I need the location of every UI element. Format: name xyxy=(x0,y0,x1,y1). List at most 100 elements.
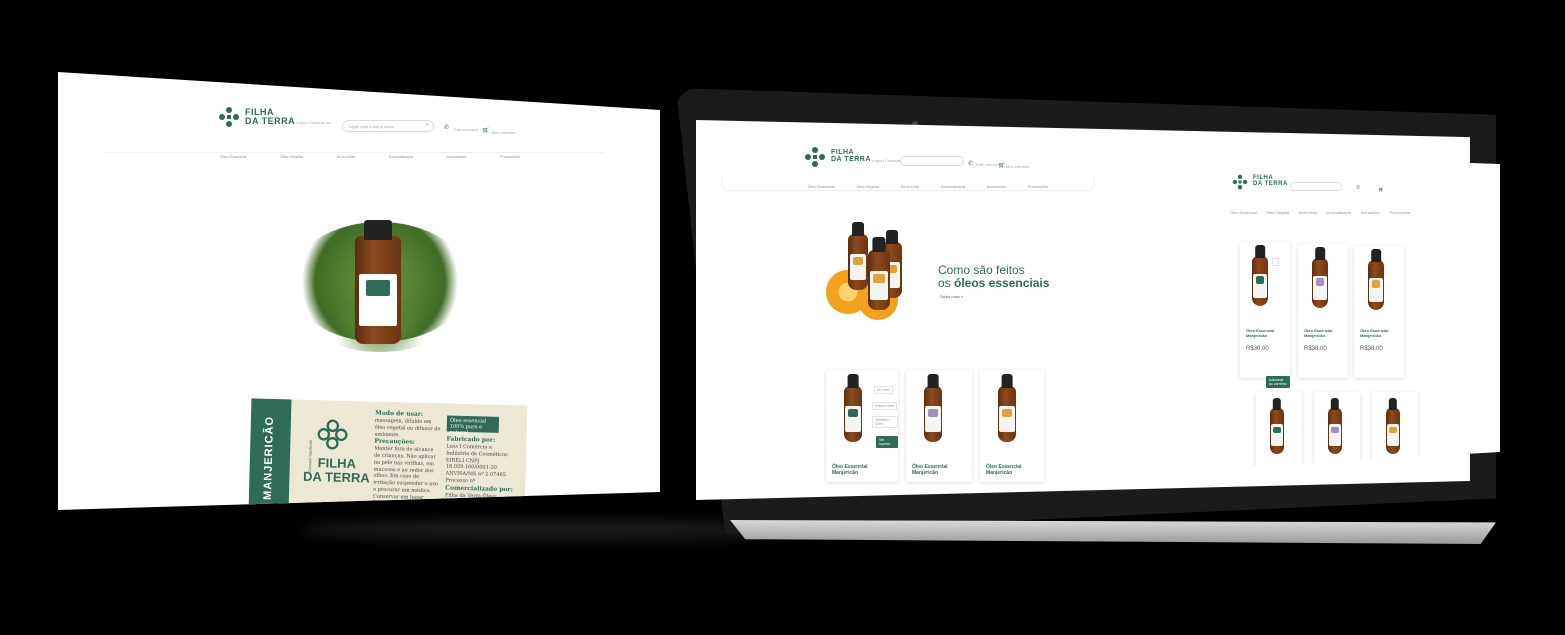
brand-line2: DA TERRA xyxy=(831,156,871,163)
nav-item[interactable]: Bem-estar xyxy=(1299,210,1317,215)
option-chip[interactable]: Tamanho 50ml xyxy=(872,416,898,428)
product-price: R$30,00 xyxy=(1360,346,1383,352)
whatsapp-icon[interactable]: ✆ xyxy=(968,160,973,167)
leaf-logo-icon xyxy=(317,419,348,450)
search-placeholder: Digite aqui o que procura xyxy=(349,124,394,129)
buy-button[interactable]: Ver opções xyxy=(876,436,898,448)
option-chip[interactable]: Kit 10ml xyxy=(874,386,893,394)
nav-item[interactable]: Acessórios xyxy=(987,184,1007,189)
prec-title: Precauções: xyxy=(374,437,415,447)
product-card[interactable]: Kit 10ml Frasco 30ml Tamanho 50ml Ver op… xyxy=(826,370,898,482)
laptop-base xyxy=(730,520,1496,544)
product-card[interactable]: Óleo Essencial Manjericão xyxy=(906,370,972,482)
main-nav: Óleo Essencial Óleo Vegetal Bem-estar Ar… xyxy=(808,184,1048,189)
product-price: R$30,00 xyxy=(1246,346,1269,352)
hero-bottle xyxy=(848,221,868,290)
cart-icon[interactable]: 🛒︎ xyxy=(482,127,490,134)
whatsapp-icon[interactable]: ✆ xyxy=(444,124,449,131)
search-icon[interactable]: ⌕ xyxy=(426,122,429,129)
nav-item[interactable]: Óleo Vegetal xyxy=(280,154,303,159)
search-input[interactable] xyxy=(900,156,964,166)
product-subtitle: Manjericão xyxy=(1360,333,1381,338)
product-card[interactable] xyxy=(1372,392,1418,468)
product-subtitle: Manjericão xyxy=(912,469,939,476)
label-tag: Óleo essencial 100% puro e natural xyxy=(446,415,500,436)
nav-item[interactable]: Óleo Vegetal xyxy=(1266,210,1289,215)
main-nav: Óleo Essencial Óleo Vegetal Bem-estar Ar… xyxy=(1230,210,1410,215)
product-bottle xyxy=(1368,249,1384,310)
product-card[interactable]: · Óleo Essencial Manjericão R$30,00 Adici… xyxy=(1240,242,1290,388)
brand-line2: DA TERRA xyxy=(1253,181,1288,187)
leaf-logo-icon xyxy=(219,107,239,127)
right-screen: FILHA DA TERRA ✆ 🛒︎ Óleo Essencial Óleo V… xyxy=(1150,152,1500,472)
nav-item[interactable]: Promoções xyxy=(500,154,520,159)
nav-item[interactable]: Aromaterapia xyxy=(941,184,965,189)
modo-text: massagem, diluído em óleo vegetal ou dif… xyxy=(374,417,441,438)
com-text: Filha da Terra Óleos Naturais xyxy=(444,492,497,506)
cart-icon[interactable]: 🛒︎ xyxy=(1378,187,1384,193)
product-bottle xyxy=(924,373,942,442)
brand-line2: DA TERRA xyxy=(245,116,296,126)
nav-item[interactable]: Aromaterapia xyxy=(389,154,413,159)
option-chip[interactable]: Frasco 30ml xyxy=(872,402,898,410)
search-input[interactable]: Digite aqui o que procura ⌕ xyxy=(342,120,434,132)
nav-item[interactable]: Aromaterapia xyxy=(1327,210,1351,215)
product-card[interactable] xyxy=(1314,392,1360,470)
left-screen: FILHA DA TERRA Login | Cadastre-se Digite… xyxy=(58,72,660,510)
nav-item[interactable]: Bem-estar xyxy=(337,154,355,159)
product-subtitle: Manjericão xyxy=(1304,333,1325,338)
product-name: Óleo Essencial Manjericão xyxy=(1304,328,1332,338)
hero-line2-prefix: os xyxy=(938,275,955,290)
cart-icon[interactable]: 🛒︎ xyxy=(998,162,1006,169)
product-label-closeup: MANJERICÃO Ocimum basilicum FILHA DA TER… xyxy=(248,398,528,510)
product-card[interactable]: Óleo Essencial Manjericão R$30,00 xyxy=(1298,244,1348,378)
product-subtitle: Manjericão xyxy=(986,469,1013,476)
nav-item[interactable]: Óleo Vegetal xyxy=(856,184,879,189)
nav-item[interactable]: Promoções xyxy=(1390,210,1410,215)
modo-title: Modo de usar: xyxy=(375,409,424,418)
main-nav: Óleo Essencial Óleo Vegetal Bem-estar Ar… xyxy=(220,154,520,159)
herb-hero-image xyxy=(280,212,480,362)
nav-item[interactable]: Acessórios xyxy=(1361,210,1381,215)
label-brand-line2: DA TERRA xyxy=(302,468,370,486)
cart-label[interactable]: Meu carrinho xyxy=(1006,164,1029,169)
hero-image xyxy=(822,218,932,328)
login-link[interactable]: Login | Cadastre-se xyxy=(296,120,331,125)
product-card[interactable]: Óleo Essencial Manjericão xyxy=(980,370,1044,482)
whatsapp-label[interactable]: Fale conosco xyxy=(454,127,478,132)
search-input[interactable] xyxy=(1290,182,1342,191)
product-card[interactable] xyxy=(1256,392,1302,472)
hero-heading: Como são feitos os óleos essenciais xyxy=(938,264,1049,289)
nav-item[interactable]: Óleo Essencial xyxy=(808,184,835,189)
product-name: Óleo Essencial Manjericão xyxy=(1360,328,1388,338)
hero-link[interactable]: Saiba mais » xyxy=(940,294,963,299)
product-price: R$30,00 xyxy=(1304,346,1327,352)
fab-text: Luss I Comércio e Indústria de Cosmético… xyxy=(445,443,508,485)
product-bottle xyxy=(1270,397,1284,454)
label-usage-column: Modo de usar: massagem, diluído em óleo … xyxy=(373,410,442,510)
brand-logo[interactable]: FILHA DA TERRA xyxy=(218,106,295,128)
brand-logo[interactable]: FILHA DA TERRA xyxy=(804,146,871,168)
product-name: Óleo Essencial Manjericão xyxy=(832,464,868,476)
prec-text: Manter fora do alcance de crianças. Não … xyxy=(372,446,439,510)
nav-item[interactable]: Promoções xyxy=(1028,184,1048,189)
label-brand: FILHA DA TERRA xyxy=(301,455,372,486)
option-chip[interactable]: · xyxy=(1272,258,1280,266)
nav-item[interactable]: Acessórios xyxy=(447,154,467,159)
add-to-cart-button[interactable]: Adicionar ao carrinho xyxy=(1266,376,1290,388)
product-bottle xyxy=(1252,245,1268,306)
product-name: Óleo Essencial Manjericão xyxy=(1246,328,1274,338)
brand-logo[interactable]: FILHA DA TERRA xyxy=(1232,174,1288,190)
hero-line2: os óleos essenciais xyxy=(938,275,1049,290)
whatsapp-label[interactable]: Fale conosco xyxy=(976,162,1000,167)
product-bottle xyxy=(1386,397,1400,454)
product-name: Óleo Essencial Manjericão xyxy=(912,464,948,476)
com-title: Comercializado por: xyxy=(445,484,513,493)
nav-item[interactable]: Óleo Essencial xyxy=(1230,210,1257,215)
nav-item[interactable]: Óleo Essencial xyxy=(220,154,247,159)
nav-item[interactable]: Bem-estar xyxy=(901,184,919,189)
cart-label[interactable]: Meu carrinho xyxy=(492,130,515,135)
whatsapp-icon[interactable]: ✆ xyxy=(1356,185,1360,191)
product-card[interactable]: Óleo Essencial Manjericão R$30,00 xyxy=(1354,246,1404,378)
product-subtitle: Manjericão xyxy=(832,469,859,476)
